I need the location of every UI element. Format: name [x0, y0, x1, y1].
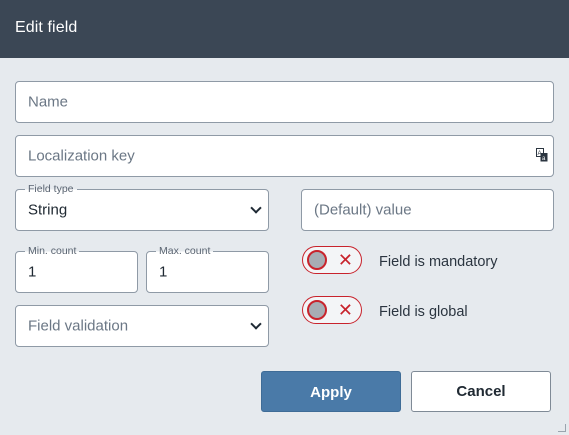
- min-count-value: 1: [28, 263, 37, 281]
- apply-button[interactable]: Apply: [261, 371, 401, 412]
- default-value-input[interactable]: (Default) value: [301, 189, 554, 231]
- chevron-down-icon: [250, 318, 262, 330]
- translate-icon[interactable]: A a: [536, 148, 548, 162]
- name-input[interactable]: Name: [15, 81, 554, 123]
- localization-key-input[interactable]: Localization key A a: [15, 135, 554, 177]
- resize-handle[interactable]: [558, 424, 566, 432]
- max-count-input[interactable]: Max. count 1: [146, 244, 269, 293]
- toggle-knob: [307, 250, 327, 270]
- field-validation-select[interactable]: Field validation: [15, 305, 269, 347]
- dialog-title: Edit field: [15, 19, 78, 36]
- field-type-label: Field type: [25, 182, 77, 196]
- localization-key-placeholder: Localization key: [28, 147, 135, 165]
- field-type-value: String: [28, 201, 68, 219]
- global-toggle[interactable]: ✕: [302, 296, 362, 324]
- mandatory-toggle-label: Field is mandatory: [379, 254, 498, 270]
- field-validation-placeholder: Field validation: [28, 317, 129, 335]
- close-icon: ✕: [337, 300, 353, 320]
- default-value-placeholder: (Default) value: [314, 201, 412, 219]
- close-icon: ✕: [337, 250, 353, 270]
- cancel-button[interactable]: Cancel: [411, 371, 551, 412]
- name-placeholder: Name: [28, 93, 69, 111]
- chevron-down-icon: [250, 202, 262, 214]
- field-type-select[interactable]: Field type String: [15, 182, 269, 231]
- min-count-label: Min. count: [25, 244, 80, 258]
- toggle-knob: [307, 300, 327, 320]
- global-toggle-label: Field is global: [379, 304, 468, 320]
- max-count-label: Max. count: [156, 244, 214, 258]
- dialog-header: Edit field: [0, 0, 569, 58]
- svg-text:A: A: [538, 151, 542, 157]
- min-count-input[interactable]: Min. count 1: [15, 244, 138, 293]
- max-count-value: 1: [159, 263, 168, 281]
- mandatory-toggle[interactable]: ✕: [302, 246, 362, 274]
